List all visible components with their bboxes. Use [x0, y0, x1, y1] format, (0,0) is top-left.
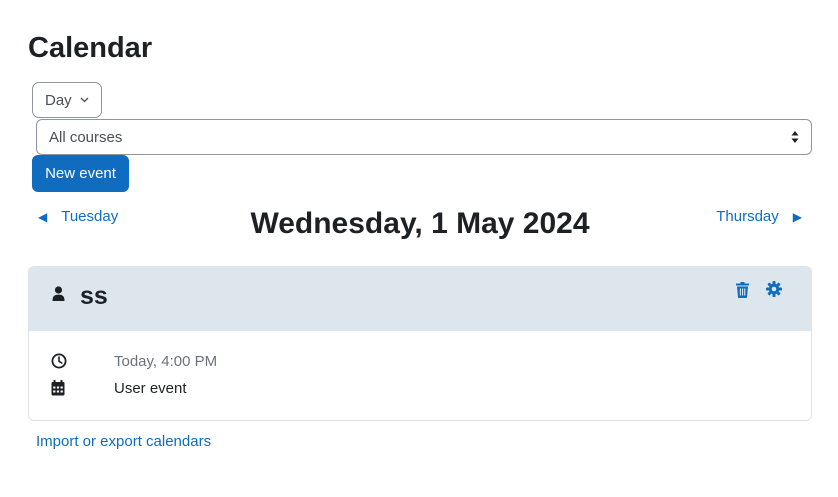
clock-icon	[51, 353, 67, 369]
next-day-label: Thursday	[716, 208, 779, 225]
chevron-down-icon	[80, 97, 89, 103]
current-day-heading: Wednesday, 1 May 2024	[250, 207, 590, 240]
event-card: ss Today, 4:00 PM User event	[28, 266, 812, 421]
triangle-right-icon: ▶	[792, 209, 802, 224]
view-selector-label: Day	[45, 91, 72, 109]
new-event-button[interactable]: New event	[32, 155, 129, 192]
event-type: User event	[114, 379, 187, 397]
trash-icon[interactable]	[736, 282, 749, 303]
event-time: Today, 4:00 PM	[114, 352, 218, 370]
course-filter-select[interactable]: All courses	[36, 119, 812, 155]
event-title: ss	[80, 282, 108, 310]
event-card-header: ss	[29, 267, 811, 331]
gear-icon[interactable]	[766, 281, 782, 302]
user-icon	[52, 286, 65, 306]
next-day-link[interactable]: Thursday ▶	[716, 208, 802, 225]
course-filter-label: All courses	[49, 128, 123, 146]
import-export-calendars-link[interactable]: Import or export calendars	[36, 433, 211, 450]
view-selector-dropdown[interactable]: Day	[32, 82, 102, 118]
page-title: Calendar	[28, 32, 153, 64]
event-time-row: Today, 4:00 PM	[51, 353, 217, 370]
calendar-page: Calendar Day All courses New event ◀ Tue…	[0, 0, 838, 497]
calendar-icon	[51, 380, 67, 396]
sort-updown-icon	[791, 130, 799, 148]
event-type-row: User event	[51, 380, 187, 397]
